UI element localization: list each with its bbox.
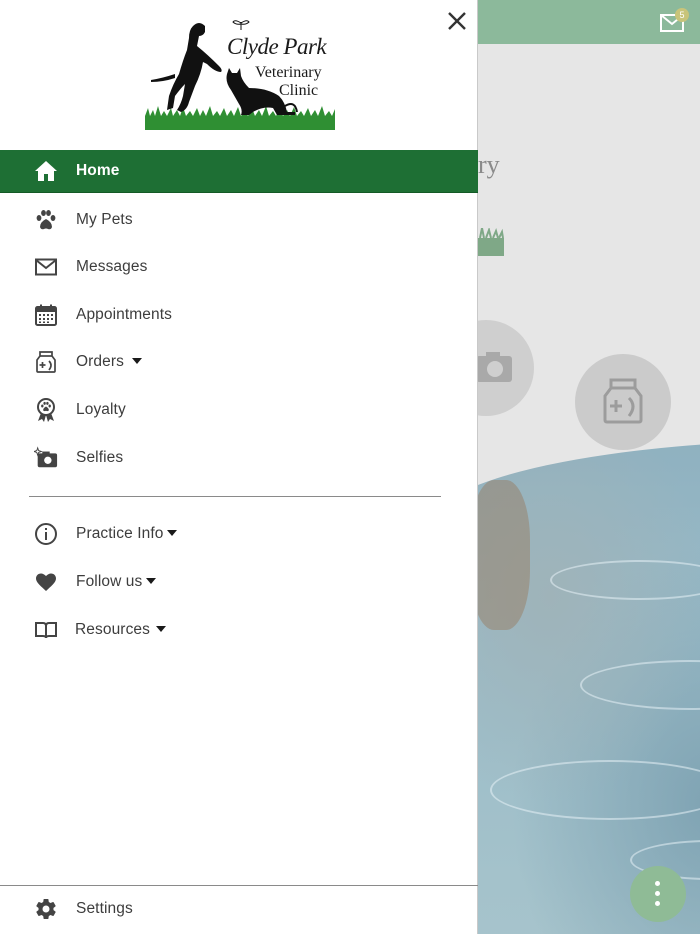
chevron-down-icon xyxy=(156,625,166,632)
logo-subtitle-1: Veterinary xyxy=(255,64,322,81)
nav-item-follow-us[interactable]: Follow us xyxy=(0,560,478,604)
nav-item-label: Loyalty xyxy=(76,401,126,418)
nav-item-label: Orders xyxy=(76,353,142,371)
chevron-down-icon xyxy=(146,577,157,584)
nav-item-home[interactable]: Home xyxy=(0,150,478,193)
chevron-down-icon xyxy=(167,529,178,536)
mail-badge: 5 xyxy=(675,8,689,22)
nav-item-label: Resources xyxy=(75,621,166,639)
paw-icon xyxy=(33,207,59,233)
nav-item-practice-info[interactable]: Practice Info xyxy=(0,512,478,556)
nav-item-selfies[interactable]: Selfies xyxy=(0,436,478,480)
home-icon xyxy=(33,158,59,184)
more-options-button[interactable] xyxy=(630,866,686,922)
close-icon xyxy=(448,12,466,30)
nav-item-appointments[interactable]: Appointments xyxy=(0,293,478,337)
pet-food-bag-icon xyxy=(603,378,643,424)
chevron-down-icon xyxy=(131,357,142,364)
nav-item-orders[interactable]: Orders xyxy=(0,340,478,384)
paw-award-ribbon-icon xyxy=(33,397,59,423)
camera-icon xyxy=(476,352,512,382)
gear-icon xyxy=(33,896,59,922)
logo-subtitle-2: Clinic xyxy=(279,82,319,99)
menu-divider xyxy=(29,496,441,497)
nav-item-label: My Pets xyxy=(76,211,133,228)
book-icon xyxy=(33,617,59,643)
clinic-logo: Clyde Park Veterinary Clinic xyxy=(145,16,335,132)
nav-item-my-pets[interactable]: My Pets xyxy=(0,198,478,242)
nav-item-label: Home xyxy=(76,162,120,179)
navigation-drawer: Clyde Park Veterinary Clinic Home My Pet… xyxy=(0,0,478,934)
nav-item-label: Selfies xyxy=(76,449,124,466)
nav-item-messages[interactable]: Messages xyxy=(0,245,478,289)
logo-title: Clyde Park xyxy=(227,34,327,59)
calendar-icon xyxy=(33,302,59,328)
nav-item-label: Follow us xyxy=(76,573,157,591)
nav-item-label: Practice Info xyxy=(76,525,178,543)
nav-item-label: Settings xyxy=(76,900,133,917)
orders-shortcut-button[interactable] xyxy=(575,354,671,450)
nav-item-loyalty[interactable]: Loyalty xyxy=(0,388,478,432)
mail-icon xyxy=(33,254,59,280)
pet-food-bag-icon xyxy=(33,349,59,375)
camera-sparkle-icon xyxy=(33,445,59,471)
nav-item-label: Messages xyxy=(76,258,148,275)
nav-item-settings[interactable]: Settings xyxy=(0,887,478,931)
nav-item-label: Appointments xyxy=(76,306,172,323)
logo-fragment: ry xyxy=(478,150,500,179)
nav-item-resources[interactable]: Resources xyxy=(0,608,478,652)
menu-divider xyxy=(0,885,478,886)
grass-graphic xyxy=(478,228,504,256)
heart-icon xyxy=(33,569,59,595)
close-drawer-button[interactable] xyxy=(444,8,470,34)
info-icon xyxy=(33,521,59,547)
